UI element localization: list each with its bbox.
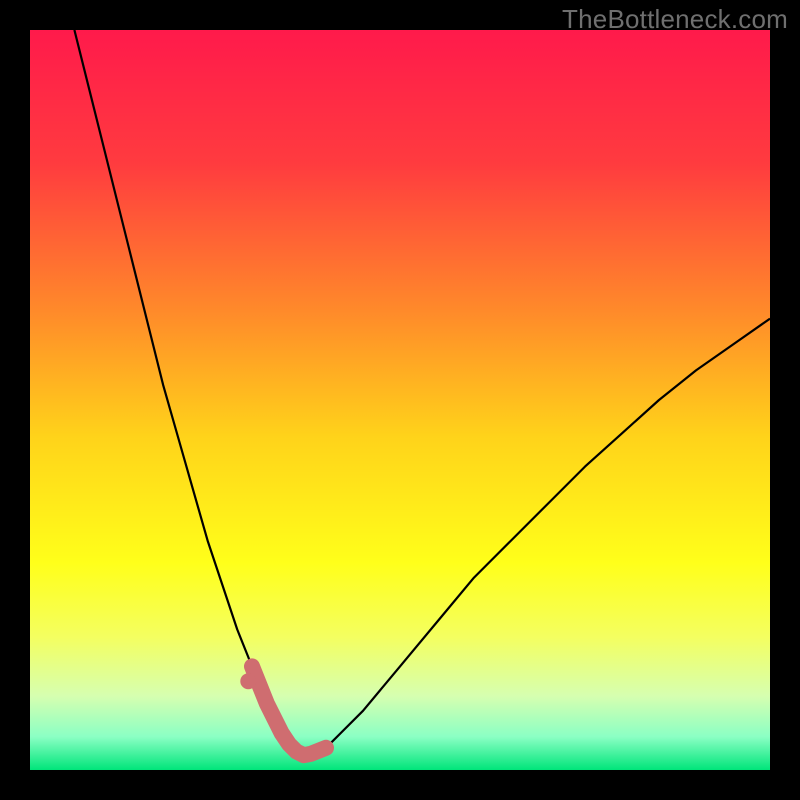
chart-frame: TheBottleneck.com — [0, 0, 800, 800]
chart-svg — [30, 30, 770, 770]
plot-area — [30, 30, 770, 770]
optimal-leading-dot — [240, 673, 256, 689]
